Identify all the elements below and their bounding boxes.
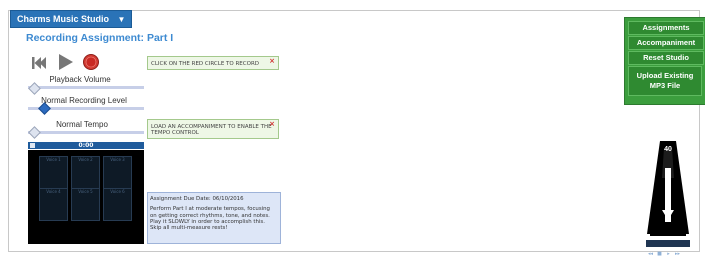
- assignments-button[interactable]: Assignments: [628, 21, 704, 35]
- video-tile[interactable]: Voice 4: [39, 188, 68, 221]
- reset-studio-button[interactable]: Reset Studio: [628, 51, 704, 65]
- metronome-start-button[interactable]: ▸: [664, 251, 673, 258]
- video-tile-label: Voice 1: [46, 157, 61, 162]
- play-button[interactable]: [58, 54, 74, 70]
- page-title: Recording Assignment: Part I: [26, 32, 174, 44]
- studio-menu-label: Charms Music Studio: [17, 14, 110, 24]
- metronome-controls: ◂◂ ■ ▸ ▸▸: [646, 240, 690, 257]
- video-tile[interactable]: Voice 1: [39, 156, 68, 189]
- metronome-stop-button[interactable]: ■: [655, 251, 664, 258]
- studio-menu-button[interactable]: Charms Music Studio ▼: [10, 10, 133, 28]
- video-tile[interactable]: Voice 5: [71, 188, 100, 221]
- assignment-instructions: Perform Part I at moderate tempos, focus…: [150, 206, 270, 232]
- accompaniment-button[interactable]: Accompaniment: [628, 36, 704, 50]
- tempo-tip-text: LOAD AN ACCOMPANIMENT TO ENABLE THE TEMP…: [151, 124, 272, 136]
- record-tip: CLICK ON THE RED CIRCLE TO RECORD ×: [147, 56, 279, 70]
- video-tile[interactable]: Voice 2: [71, 156, 100, 189]
- video-tile-label: Voice 6: [110, 189, 125, 194]
- record-tip-text: CLICK ON THE RED CIRCLE TO RECORD: [151, 61, 260, 67]
- side-menu: Assignments Accompaniment Reset Studio U…: [624, 17, 705, 105]
- play-icon: [59, 54, 73, 70]
- video-tile[interactable]: Voice 3: [103, 156, 132, 189]
- close-icon[interactable]: ×: [269, 57, 275, 65]
- record-button[interactable]: [83, 54, 99, 70]
- video-tile[interactable]: Voice 6: [103, 188, 132, 221]
- chevron-down-icon: ▼: [117, 15, 126, 24]
- tempo-slider[interactable]: [28, 131, 144, 134]
- rewind-button[interactable]: [32, 55, 46, 69]
- recording-level-label: Normal Recording Level: [41, 96, 127, 105]
- video-tile-label: Voice 5: [78, 189, 93, 194]
- rewind-icon: [32, 57, 46, 69]
- metronome-icon: [647, 141, 689, 236]
- video-tile-label: Voice 2: [78, 157, 93, 162]
- video-tile-label: Voice 3: [110, 157, 125, 162]
- video-grid: Voice 1 Voice 2 Voice 3 Voice 4 Voice 5 …: [28, 150, 144, 244]
- tempo-tip: LOAD AN ACCOMPANIMENT TO ENABLE THE TEMP…: [147, 119, 279, 139]
- upload-mp3-button[interactable]: Upload Existing MP3 File: [628, 66, 702, 96]
- assignment-panel: Assignment Due Date: 06/10/2016 Perform …: [147, 192, 281, 244]
- playback-volume-slider[interactable]: [28, 86, 144, 89]
- video-tile-label: Voice 4: [46, 189, 61, 194]
- metronome-bpm: 40: [664, 146, 672, 153]
- record-icon: [83, 54, 99, 70]
- close-icon[interactable]: ×: [269, 120, 275, 128]
- metronome-slower-button[interactable]: ◂◂: [646, 251, 655, 258]
- time-display: 0:00: [78, 142, 94, 149]
- tempo-label: Normal Tempo: [56, 120, 108, 129]
- metronome-faster-button[interactable]: ▸▸: [673, 251, 682, 258]
- playback-volume-label: Playback Volume: [49, 75, 111, 84]
